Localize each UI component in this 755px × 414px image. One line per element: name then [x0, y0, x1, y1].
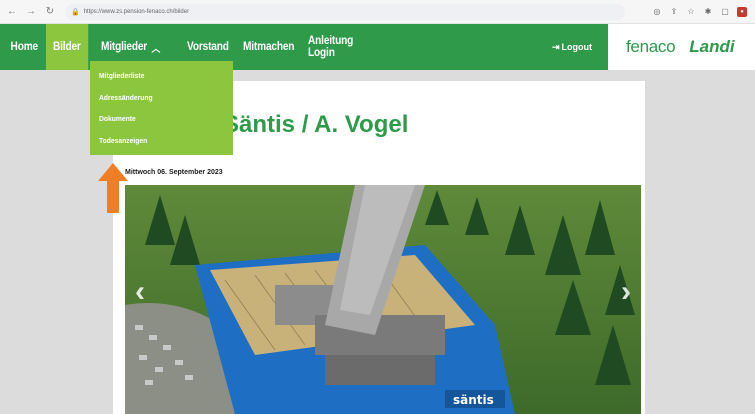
address-bar[interactable]: 🔒 https://www.zs.pension-fenaco.ch/bilde… — [65, 3, 625, 20]
lock-icon: 🔒 — [71, 8, 80, 16]
previous-slide-button[interactable]: ‹ — [135, 275, 145, 309]
landi-logo[interactable]: Landi — [689, 37, 734, 57]
nav-anleitung-login[interactable]: Anleitung Login — [301, 24, 389, 70]
share-icon[interactable]: ⇪ — [669, 7, 679, 17]
extension-icon[interactable]: ◎ — [652, 7, 662, 17]
nav-bilder[interactable]: Bilder — [46, 24, 89, 70]
logout-label: Logout — [561, 42, 593, 52]
puzzle-icon[interactable]: ✱ — [703, 7, 713, 17]
window-icon[interactable]: ▢ — [720, 7, 730, 17]
orange-arrow-icon — [98, 163, 128, 213]
gallery-photo[interactable]: säntis ‹ › — [125, 185, 641, 414]
cable-car-image: säntis — [125, 185, 641, 414]
svg-text:säntis: säntis — [453, 393, 494, 407]
url-text: https://www.zs.pension-fenaco.ch/bilder — [83, 8, 190, 15]
mitglieder-dropdown: Mitgliederliste Adressänderung Dokumente… — [90, 61, 233, 155]
next-slide-button[interactable]: › — [621, 275, 631, 309]
chevron-up-icon: ︿ — [151, 43, 161, 55]
fenaco-logo[interactable]: fenaco — [626, 37, 676, 57]
forward-icon[interactable]: → — [24, 5, 38, 19]
nav-mitmachen[interactable]: Mitmachen — [236, 24, 294, 70]
reload-icon[interactable]: ↻ — [43, 5, 57, 19]
brand-logos: fenaco Landi — [608, 24, 755, 70]
article-date: Mittwoch 06. September 2023 — [125, 169, 223, 176]
browser-toolbar: ← → ↻ 🔒 https://www.zs.pension-fenaco.ch… — [0, 0, 755, 24]
article-title: Säntis / A. Vogel — [223, 111, 409, 138]
star-icon[interactable]: ☆ — [686, 7, 696, 17]
dropdown-item-todesanzeigen[interactable]: Todesanzeigen — [90, 130, 219, 152]
browser-extensions: ◎ ⇪ ☆ ✱ ▢ ● — [652, 6, 755, 17]
logout-icon: ⇥ — [552, 41, 560, 52]
dropdown-item-dokumente[interactable]: Dokumente — [90, 108, 219, 130]
dropdown-item-mitgliederliste[interactable]: Mitgliederliste — [90, 65, 219, 87]
profile-icon[interactable]: ● — [737, 6, 747, 17]
logout-button[interactable]: ⇥ Logout — [552, 24, 592, 70]
nav-mitglieder-label: Mitglieder — [101, 41, 148, 53]
dropdown-item-adressaenderung[interactable]: Adressänderung — [90, 87, 219, 109]
back-icon[interactable]: ← — [5, 5, 19, 19]
nav-home[interactable]: Home — [0, 24, 40, 70]
